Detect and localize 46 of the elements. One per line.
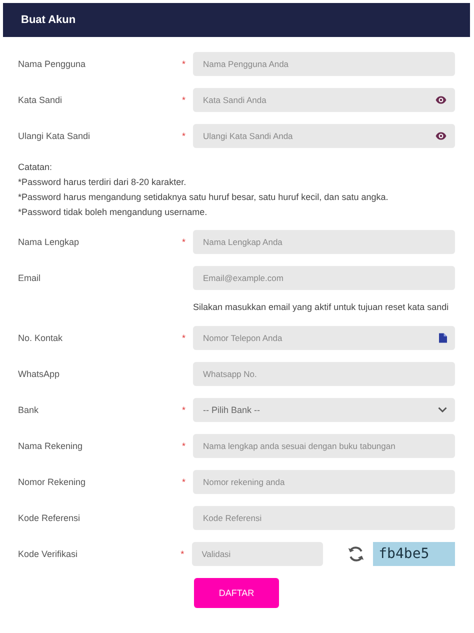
input-field[interactable]: Nama Pengguna Anda (193, 52, 455, 76)
input-field[interactable]: Nomor rekening anda (193, 470, 455, 494)
field-label: Kode Referensi (18, 513, 82, 523)
input-field[interactable]: Nomor Telepon Anda (193, 326, 455, 350)
chevron-down-icon[interactable] (438, 407, 447, 413)
input-field[interactable]: Nama Lengkap Anda (193, 230, 455, 254)
help-text: Silakan masukkan email yang aktif untuk tujuan reset kata sandi (193, 301, 450, 314)
input-field[interactable]: Nama lengkap anda sesuai dengan buku tabungan (193, 434, 455, 458)
note-text: Catatan: (18, 162, 54, 173)
field-label: Ulangi Kata Sandi (18, 131, 92, 141)
note-text: *Password harus mengandung setidaknya satu huruf besar, satu huruf kecil, dan satu angka. (18, 192, 390, 203)
field-label: Nama Lengkap (18, 237, 80, 247)
required-mark: * (182, 477, 187, 487)
field-label: WhatsApp (18, 369, 61, 379)
required-mark: * (182, 95, 187, 105)
submit-button[interactable]: DAFTAR (194, 578, 279, 608)
input-field[interactable]: Email@example.com (193, 266, 455, 290)
field-label: Bank (18, 405, 40, 415)
input-field[interactable]: Whatsapp No. (193, 362, 455, 386)
captcha-code: fb4be5 (372, 542, 455, 566)
required-mark: * (182, 441, 187, 451)
refresh-icon[interactable] (346, 545, 365, 563)
field-label: Nomor Rekening (18, 477, 87, 487)
input-field[interactable]: Ulangi Kata Sandi Anda (193, 124, 455, 148)
document-icon[interactable] (439, 333, 447, 343)
field-label: Kode Verifikasi (18, 549, 79, 559)
field-label: No. Kontak (18, 333, 64, 343)
required-mark: * (182, 59, 187, 69)
select-dropdown[interactable]: -- Pilih Bank -- (193, 398, 455, 422)
note-text: *Password tidak boleh mengandung username. (18, 207, 208, 218)
required-mark: * (180, 549, 186, 559)
header-title: Buat Akun (21, 14, 76, 26)
field-label: Nama Rekening (18, 441, 84, 451)
required-mark: * (182, 237, 187, 247)
input-field[interactable]: Kode Referensi (193, 506, 455, 530)
field-label: Email (18, 273, 42, 283)
field-label: Nama Pengguna (18, 59, 87, 69)
eye-icon[interactable] (435, 132, 447, 140)
note-text: *Password harus terdiri dari 8-20 karakter. (18, 177, 188, 188)
input-field[interactable]: Kata Sandi Anda (193, 88, 455, 112)
required-mark: * (182, 131, 187, 141)
field-label: Kata Sandi (18, 95, 64, 105)
eye-icon[interactable] (435, 96, 447, 104)
required-mark: * (182, 405, 187, 415)
required-mark: * (182, 333, 187, 343)
input-field[interactable]: Validasi (192, 542, 323, 566)
